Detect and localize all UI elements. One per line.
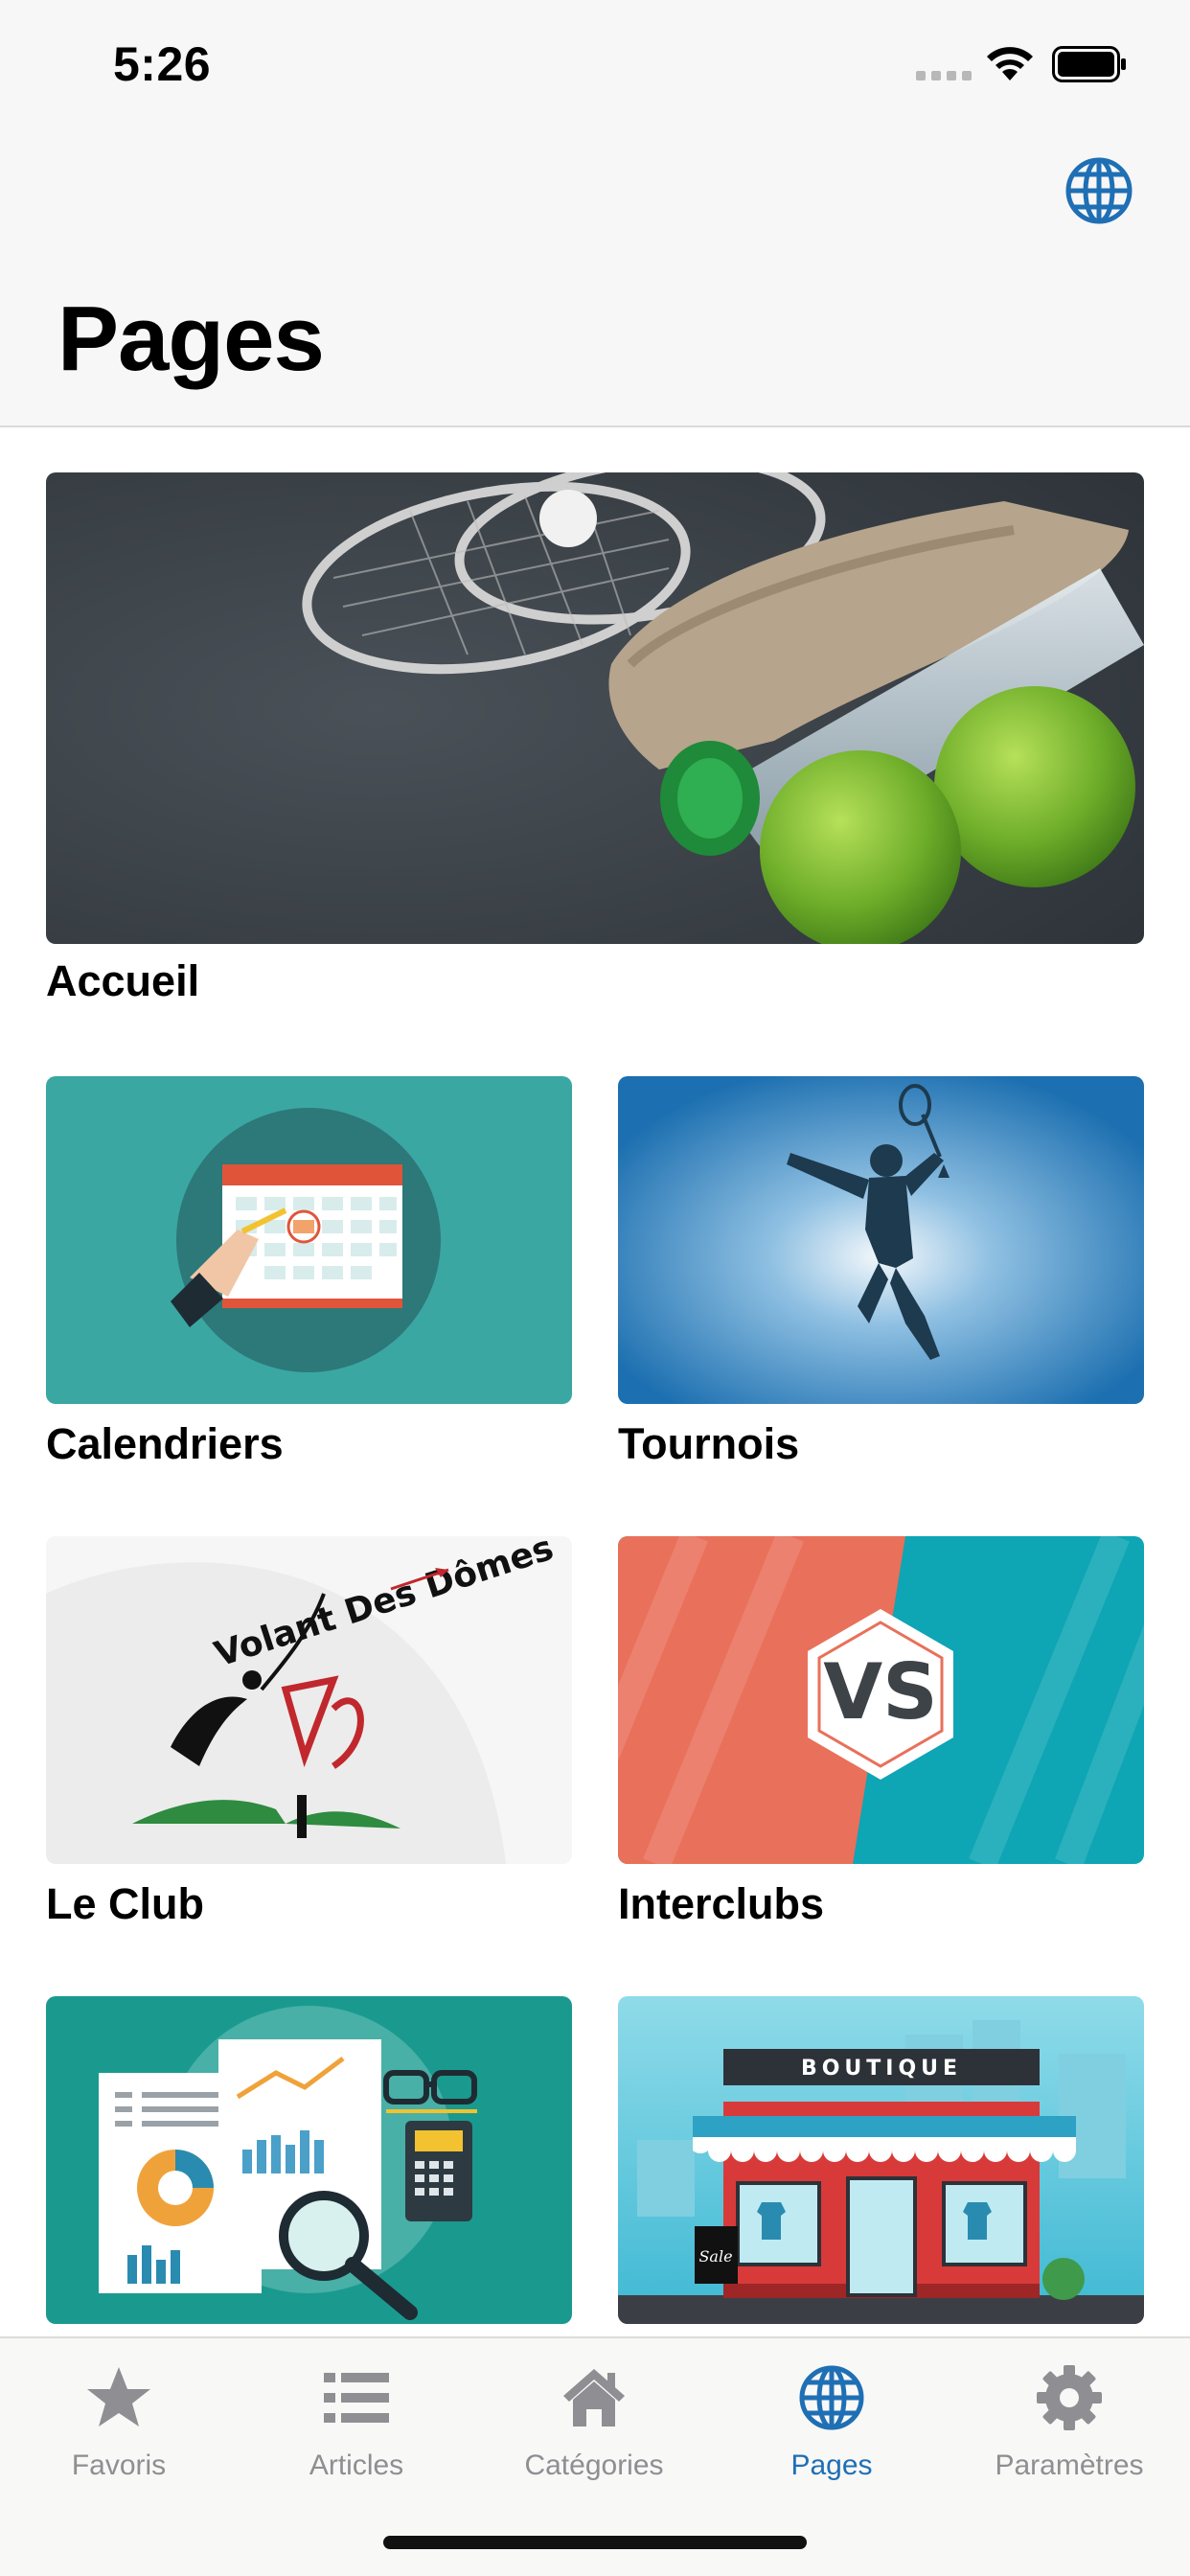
- page-card-tournois[interactable]: Tournois: [618, 1076, 1144, 1498]
- page-card-label: Accueil: [46, 956, 200, 1005]
- battery-icon: [1052, 46, 1126, 82]
- accueil-image: [46, 472, 1144, 944]
- cellular-signal-icon: [916, 71, 972, 80]
- wifi-icon: [987, 47, 1033, 80]
- tab-articles[interactable]: Articles: [238, 2358, 475, 2511]
- le-club-image: Volant Des Dômes: [46, 1536, 572, 1864]
- gear-icon: [1037, 2365, 1102, 2430]
- tab-label: Favoris: [71, 2450, 167, 2481]
- page-card-label: Tournois: [618, 1419, 800, 1468]
- tab-pages[interactable]: Pages: [713, 2358, 950, 2511]
- page-card-label: Calendriers: [46, 1419, 284, 1468]
- list-icon: [324, 2373, 389, 2423]
- page-card-interclubs[interactable]: VS Interclubs: [618, 1536, 1144, 1958]
- globe-icon[interactable]: [1064, 155, 1134, 226]
- calendriers-image: [46, 1076, 572, 1404]
- tab-label: Catégories: [524, 2450, 664, 2481]
- sale-tag-text: Sale: [698, 2247, 732, 2266]
- screen: 5:26 Pages Accueil Calendriers Tournois …: [0, 0, 1190, 2576]
- page-title: Pages: [57, 288, 325, 390]
- star-icon: [87, 2367, 150, 2426]
- home-indicator[interactable]: [383, 2536, 807, 2549]
- tournois-image: [618, 1076, 1144, 1404]
- status-time: 5:26: [113, 37, 212, 91]
- page-card-reports[interactable]: [46, 1996, 572, 2324]
- page-card-accueil[interactable]: Accueil: [46, 472, 1144, 1038]
- page-card-calendriers[interactable]: Calendriers: [46, 1076, 572, 1498]
- tab-favoris[interactable]: Favoris: [0, 2358, 238, 2511]
- page-card-label: Interclubs: [618, 1879, 825, 1928]
- interclubs-image: VS: [618, 1536, 1144, 1864]
- tab-parametres[interactable]: Paramètres: [950, 2358, 1188, 2511]
- pages-grid: Accueil Calendriers Tournois Volant Des …: [0, 429, 1190, 2336]
- reports-image: [46, 1996, 572, 2324]
- home-icon: [563, 2369, 625, 2426]
- navigation-header: Pages: [0, 128, 1190, 427]
- tab-label: Articles: [309, 2450, 404, 2481]
- vs-text: VS: [823, 1647, 938, 1736]
- page-card-label: Le Club: [46, 1879, 204, 1928]
- tab-label: Paramètres: [995, 2450, 1144, 2481]
- status-bar: 5:26: [0, 0, 1190, 128]
- globe-icon: [799, 2365, 864, 2430]
- page-card-le-club[interactable]: Volant Des Dômes Le Club: [46, 1536, 572, 1958]
- tab-label: Pages: [790, 2450, 873, 2481]
- tab-categories[interactable]: Catégories: [475, 2358, 713, 2511]
- boutique-sign-text: BOUTIQUE: [801, 2057, 962, 2081]
- page-card-boutique[interactable]: BOUTIQUE Sale: [618, 1996, 1144, 2324]
- boutique-image: BOUTIQUE Sale: [618, 1996, 1144, 2324]
